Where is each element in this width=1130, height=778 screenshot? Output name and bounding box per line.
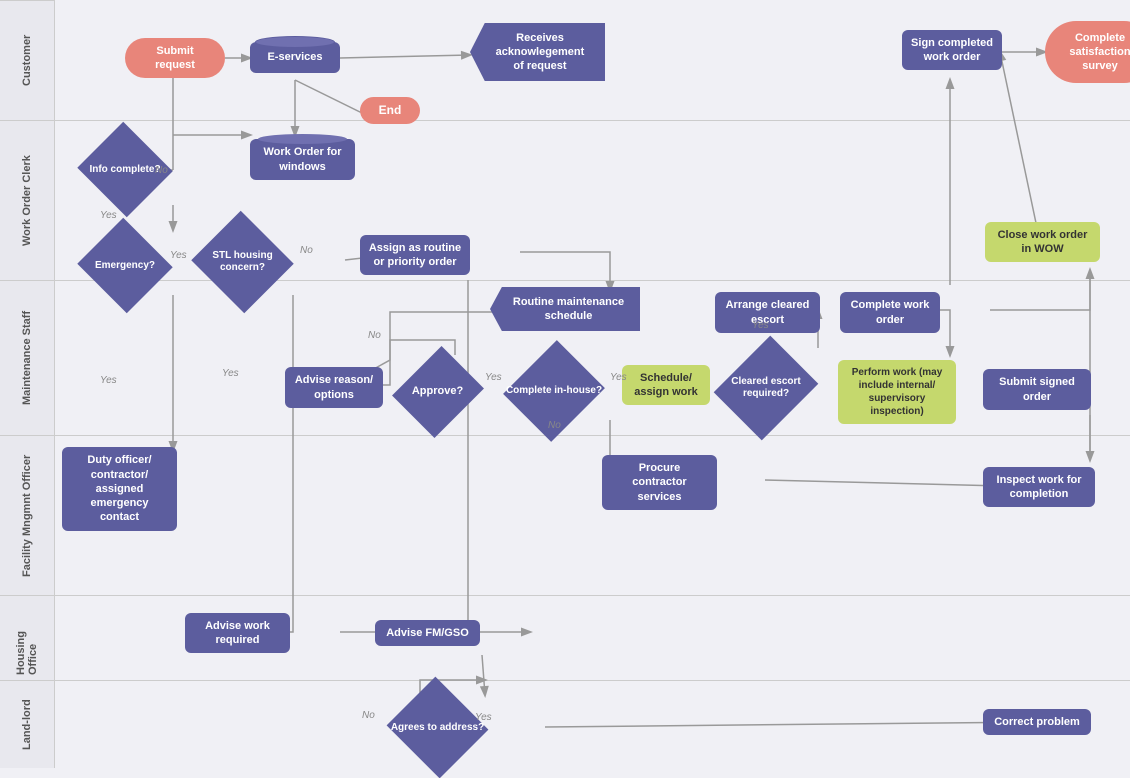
label-yes-approve: Yes [485,372,502,383]
routine-maint-node: Routine maintenance schedule [490,285,640,333]
stl-housing-node: STL housing concern? [185,222,300,302]
duty-officer-node: Duty officer/ contractor/ assigned emerg… [62,448,177,530]
approve-node: Approve? [390,352,485,432]
label-yes-agrees: Yes [475,712,492,723]
divider-4 [55,595,1130,596]
label-no-stl: No [300,245,313,256]
perform-work-node: Perform work (may include internal/ supe… [838,352,956,432]
diagram-container: Customer Work Order Clerk Maintenance St… [0,0,1130,768]
swimlane-work-order-clerk: Work Order Clerk [0,120,54,280]
end-node: End [360,93,420,128]
procure-contractor-node: Procure contractor services [602,455,717,510]
complete-survey-node: Complete satisfaction survey [1045,22,1130,82]
label-no-approve: No [368,330,381,341]
advise-fm-node: Advise FM/GSO [375,608,480,658]
divider-5 [55,680,1130,681]
divider-1 [55,120,1130,121]
submit-signed-node: Submit signed order [983,362,1091,417]
label-no-inhouse: No [548,420,561,431]
swimlane-housing-office: Housing Office [0,595,54,680]
swimlane-labels: Customer Work Order Clerk Maintenance St… [0,0,55,768]
advise-reason-node: Advise reason/ options [285,360,383,415]
label-no-agrees: No [362,710,375,721]
swimlane-maintenance-staff: Maintenance Staff [0,280,54,435]
complete-work-order-node: Complete work order [840,285,940,340]
submit-request-node: Submit request [125,38,225,78]
divider-3 [55,435,1130,436]
swimlane-landlord: Land-lord [0,680,54,768]
assign-routine-node: Assign as routine or priority order [360,225,470,285]
schedule-work-node: Schedule/ assign work [622,355,710,415]
arrange-escort-node: Arrange cleared escort [715,285,820,340]
label-yes-inhouse: Yes [610,372,627,383]
label-yes-emergency2: Yes [170,250,187,261]
receives-ack-node: Receives acknowlegement of request [470,22,605,82]
label-yes-escort: Yes [752,320,769,331]
advise-work-node: Advise work required [185,608,290,658]
e-services-node: E-services [250,30,340,85]
swimlane-facility-mngmnt: Facility Mngmnt Officer [0,435,54,595]
swimlane-customer: Customer [0,0,54,120]
label-yes-stl: Yes [222,368,239,379]
work-order-windows-node: Work Order for windows [250,132,355,187]
agrees-address-node: Agrees to address? [380,690,495,765]
cleared-escort-node: Cleared escort required? [712,344,820,432]
label-no-info: No [155,165,168,176]
label-yes-emergency: Yes [100,375,117,386]
emergency-node: Emergency? [75,228,175,303]
correct-problem-node: Correct problem [983,698,1091,746]
inspect-work-node: Inspect work for completion [983,458,1095,516]
label-yes-info: Yes [100,210,117,221]
close-work-order-node: Close work order in WOW [985,212,1100,272]
sign-completed-node: Sign completed work order [902,20,1002,80]
